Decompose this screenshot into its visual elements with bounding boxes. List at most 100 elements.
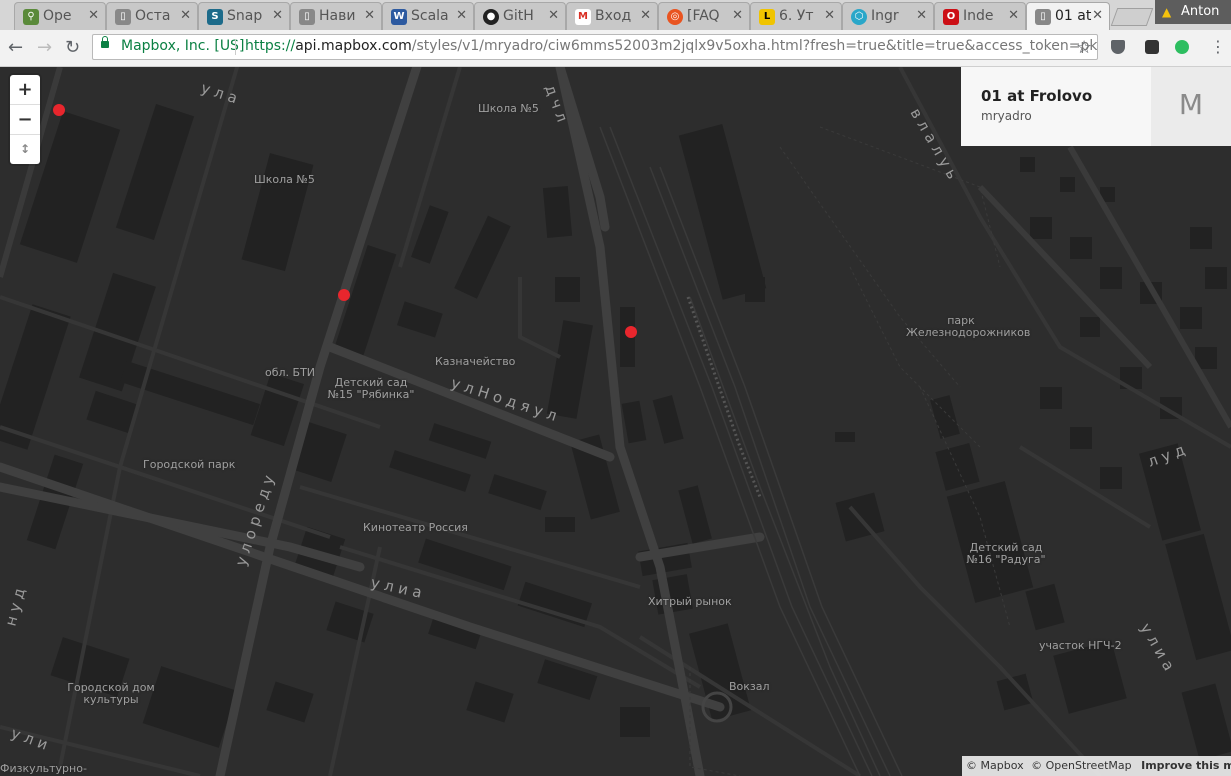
tab-title: Вход bbox=[595, 8, 632, 24]
tab[interactable]: W Scala ✕ bbox=[382, 2, 474, 30]
map-owner[interactable]: mryadro bbox=[981, 109, 1032, 123]
l-icon: L bbox=[759, 9, 775, 25]
tab-strip: ⚲ Ope ✕ ▯ Оста ✕ S Snap ✕ ▯ Нави ✕ W Sca… bbox=[0, 0, 1231, 30]
url-path: /styles/v1/mryadro/ciw6mms52003m2jqlx9v5… bbox=[411, 38, 1098, 54]
compass-button[interactable]: ↕ bbox=[10, 135, 40, 164]
mapbox-attribution-link[interactable]: © Mapbox bbox=[966, 759, 1024, 772]
forward-arrow-icon[interactable]: → bbox=[37, 37, 52, 58]
poi-label: Городской дом культуры bbox=[67, 681, 155, 706]
close-icon[interactable]: ✕ bbox=[364, 8, 375, 23]
tab[interactable]: ● GitH ✕ bbox=[474, 2, 566, 30]
extension-icon[interactable] bbox=[1145, 40, 1159, 54]
opera-icon: O bbox=[943, 9, 959, 25]
ubuntu-icon: ◎ bbox=[667, 9, 683, 25]
map-title-panel: 01 at Frolovo mryadro M bbox=[961, 67, 1231, 146]
map-canvas[interactable]: у л а д ч л в л а л у ь у л Н о д я у л … bbox=[0, 67, 1231, 776]
tab[interactable]: ▯ Оста ✕ bbox=[106, 2, 198, 30]
page-icon: ▯ bbox=[115, 9, 131, 25]
url-host: api.mapbox.com bbox=[295, 38, 412, 54]
poi-label: Вокзал bbox=[729, 680, 770, 693]
poi-label: Школа №5 bbox=[254, 173, 315, 186]
snap-icon: S bbox=[207, 9, 223, 25]
close-icon[interactable]: ✕ bbox=[732, 8, 743, 23]
tab[interactable]: M Вход ✕ bbox=[566, 2, 658, 30]
park-label: парк Железнодорожников bbox=[906, 314, 1031, 339]
evernote-icon[interactable] bbox=[1175, 40, 1189, 54]
tab[interactable]: S Snap ✕ bbox=[198, 2, 290, 30]
back-arrow-icon[interactable]: ← bbox=[8, 37, 23, 58]
tab-title: Snap bbox=[227, 8, 263, 24]
tab-title: GitH bbox=[503, 8, 534, 24]
close-icon[interactable]: ✕ bbox=[824, 8, 835, 23]
poi-label: обл. БТИ bbox=[265, 366, 316, 379]
svg-text:н у д: н у д bbox=[1, 586, 28, 628]
poi-label: участок НГЧ-2 bbox=[1039, 639, 1122, 652]
close-icon[interactable]: ✕ bbox=[640, 8, 651, 23]
bookmark-star-icon[interactable]: ☆ bbox=[1076, 37, 1092, 58]
park-label: Городской парк bbox=[143, 458, 236, 471]
github-icon: ● bbox=[483, 9, 499, 25]
mapbox-logo[interactable]: M bbox=[1151, 67, 1231, 146]
tab-title: Ingr bbox=[871, 8, 899, 24]
tab-active[interactable]: ▯ 01 at ✕ bbox=[1026, 2, 1110, 30]
new-tab-button[interactable] bbox=[1110, 8, 1154, 26]
ingress-icon: ⬡ bbox=[851, 9, 867, 25]
poi-label: Детский сад №16 "Радуга" bbox=[966, 541, 1046, 566]
improve-map-link[interactable]: Improve this map bbox=[1141, 759, 1231, 772]
map-title: 01 at Frolovo bbox=[981, 87, 1093, 105]
url-text[interactable]: https://api.mapbox.com/styles/v1/mryadro… bbox=[245, 38, 1098, 54]
w3-icon: W bbox=[391, 9, 407, 25]
tab-title: Нави bbox=[319, 8, 356, 24]
page-icon: ▯ bbox=[1035, 9, 1051, 25]
profile-button[interactable]: ▲ Anton bbox=[1155, 0, 1231, 24]
close-icon[interactable]: ✕ bbox=[180, 8, 191, 23]
close-icon[interactable]: ✕ bbox=[1092, 8, 1103, 23]
tab-title: [FAQ bbox=[687, 8, 720, 24]
close-icon[interactable]: ✕ bbox=[272, 8, 283, 23]
tab[interactable]: ⬡ Ingr ✕ bbox=[842, 2, 934, 30]
poi-label: Физкультурно- bbox=[0, 762, 87, 775]
magnifier-icon: ⚲ bbox=[23, 9, 39, 25]
close-icon[interactable]: ✕ bbox=[88, 8, 99, 23]
tab-title: 01 at bbox=[1055, 8, 1092, 24]
zoom-in-button[interactable]: + bbox=[10, 75, 40, 105]
poi-label: Кинотеатр Россия bbox=[363, 521, 468, 534]
close-icon[interactable]: ✕ bbox=[548, 8, 559, 23]
close-icon[interactable]: ✕ bbox=[456, 8, 467, 23]
pocket-icon[interactable] bbox=[1111, 40, 1125, 54]
reload-icon[interactable]: ↻ bbox=[65, 37, 80, 58]
osm-attribution-link[interactable]: © OpenStreetMap bbox=[1031, 759, 1132, 772]
divider bbox=[235, 39, 236, 55]
lock-icon bbox=[101, 36, 109, 48]
url-scheme: https:// bbox=[245, 38, 296, 54]
svg-text:в л а л у ь: в л а л у ь bbox=[907, 105, 962, 182]
tab[interactable]: ◎ [FAQ ✕ bbox=[658, 2, 750, 30]
profile-name: Anton bbox=[1181, 4, 1220, 19]
page-icon: ▯ bbox=[299, 9, 315, 25]
map-attribution: © Mapbox © OpenStreetMap Improve this ma… bbox=[962, 756, 1231, 776]
menu-icon[interactable]: ⋮ bbox=[1210, 37, 1226, 56]
tab-title: Inde bbox=[963, 8, 994, 24]
svg-text:у л и: у л и bbox=[9, 724, 51, 754]
address-bar[interactable]: Mapbox, Inc. [US] https://api.mapbox.com… bbox=[92, 34, 1098, 60]
tab[interactable]: L 6. Ут ✕ bbox=[750, 2, 842, 30]
close-icon[interactable]: ✕ bbox=[916, 8, 927, 23]
tab[interactable]: ▯ Нави ✕ bbox=[290, 2, 382, 30]
poi-label: Хитрый рынок bbox=[648, 595, 732, 608]
tab-title: Ope bbox=[43, 8, 72, 24]
browser-toolbar: ← → ↻ Mapbox, Inc. [US] https://api.mapb… bbox=[0, 30, 1231, 67]
gmail-icon: M bbox=[575, 9, 591, 25]
poi-label: Школа №5 bbox=[478, 102, 539, 115]
zoom-out-button[interactable]: − bbox=[10, 105, 40, 135]
poi-label: Казначейство bbox=[435, 355, 516, 368]
tab-title: 6. Ут bbox=[779, 8, 814, 24]
tab-title: Оста bbox=[135, 8, 171, 24]
zoom-control: + − ↕ bbox=[10, 75, 40, 164]
site-identity[interactable]: Mapbox, Inc. [US] bbox=[121, 38, 244, 54]
warning-icon: ▲ bbox=[1162, 5, 1172, 19]
tab-title: Scala bbox=[411, 8, 449, 24]
tab[interactable]: ⚲ Ope ✕ bbox=[14, 2, 106, 30]
svg-text:у л и а: у л и а bbox=[1137, 620, 1178, 674]
tab[interactable]: O Inde ✕ bbox=[934, 2, 1026, 30]
close-icon[interactable]: ✕ bbox=[1008, 8, 1019, 23]
